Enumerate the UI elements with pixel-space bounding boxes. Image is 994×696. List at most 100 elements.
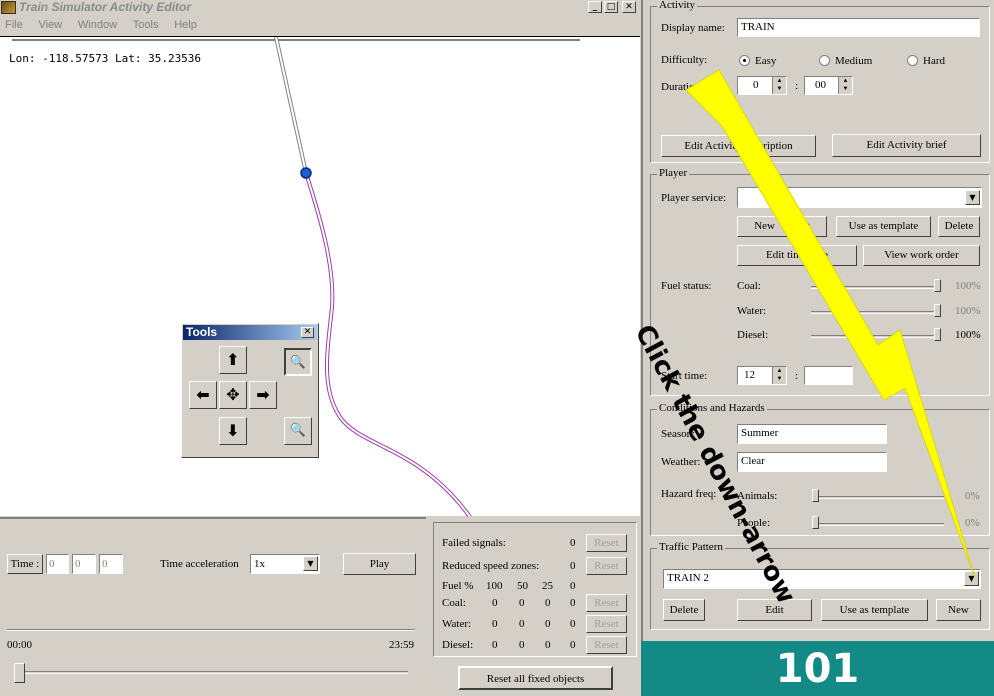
reduced-speed-value: 0 [570, 560, 576, 572]
pan-down-icon[interactable]: ⬇ [219, 417, 247, 445]
diesel-25: 0 [545, 639, 551, 651]
player-delete-button[interactable]: Delete [938, 216, 980, 237]
water-50: 0 [519, 618, 525, 630]
reset-coal-button[interactable]: Reset [586, 594, 627, 612]
duration-hours-input[interactable]: 0 ▲ ▼ [737, 76, 787, 95]
start-hours-input[interactable]: 12 ▲ ▼ [737, 366, 787, 385]
hazard-people-slider[interactable] [814, 523, 944, 526]
fuel-water-slider[interactable] [811, 311, 941, 314]
fuel-diesel-thumb[interactable] [934, 328, 941, 341]
hazard-people-thumb[interactable] [812, 516, 819, 529]
tools-close-button[interactable]: ✕ [301, 327, 314, 338]
diesel-100: 0 [492, 639, 498, 651]
difficulty-easy-radio[interactable] [739, 55, 750, 66]
player-group-title: Player [657, 167, 690, 179]
weather-value: Clear [741, 455, 765, 467]
display-name-label: Display name: [661, 22, 725, 34]
menu-file[interactable]: File [5, 19, 23, 31]
reset-reduced-speed-button[interactable]: Reset [586, 557, 627, 575]
player-new-edit-buttons[interactable]: New Edit [737, 216, 827, 237]
minimize-button[interactable]: _ [588, 1, 602, 13]
view-work-order-button[interactable]: View work order [863, 245, 980, 266]
timeline-track[interactable] [16, 671, 408, 674]
traffic-pattern-chevron-down-icon[interactable]: ▼ [964, 571, 979, 586]
duration-hours-spinner[interactable]: ▲ ▼ [772, 77, 786, 94]
start-minutes-input[interactable] [804, 366, 853, 385]
time-minutes[interactable]: 0 [72, 554, 96, 574]
menu-bar: File View Window Tools Help [0, 16, 640, 36]
chevron-down-icon[interactable]: ▼ [303, 556, 318, 571]
activity-group-title: Activity [657, 0, 698, 11]
player-edit-button[interactable]: Edit [791, 220, 809, 232]
player-service-select[interactable]: ▼ [737, 187, 982, 208]
traffic-new-button[interactable]: New [936, 599, 981, 621]
edit-timetable-button[interactable]: Edit timetable [737, 245, 857, 266]
duration-minutes-spinner[interactable]: ▲ ▼ [838, 77, 852, 94]
menu-window[interactable]: Window [78, 19, 117, 31]
traffic-use-as-template-button[interactable]: Use as template [821, 599, 928, 621]
fuel-water-thumb[interactable] [934, 304, 941, 317]
display-name-input[interactable]: TRAIN [737, 18, 980, 37]
traffic-delete-button[interactable]: Delete [663, 599, 705, 621]
maximize-button[interactable]: □ [604, 1, 618, 13]
start-hours-spinner[interactable]: ▲ ▼ [772, 367, 786, 384]
close-button[interactable]: ✕ [622, 1, 636, 13]
timeline-thumb[interactable] [14, 663, 25, 683]
season-value: Summer [741, 427, 779, 439]
season-select[interactable]: Summer [737, 424, 887, 444]
fuel-coal-slider[interactable] [811, 286, 941, 289]
time-label-button[interactable]: Time : [7, 554, 43, 574]
fuel-header-100: 100 [486, 580, 503, 592]
time-seconds[interactable]: 0 [99, 554, 123, 574]
track-purple-outer [304, 172, 472, 517]
coal-25: 0 [545, 597, 551, 609]
difficulty-medium-radio[interactable] [819, 55, 830, 66]
traffic-pattern-select[interactable]: TRAIN 2 ▼ [663, 569, 981, 589]
reset-water-button[interactable]: Reset [586, 615, 627, 633]
player-new-button[interactable]: New [754, 220, 775, 232]
player-use-as-template-button[interactable]: Use as template [836, 216, 931, 237]
zoom-out-icon[interactable]: 🔍 [284, 417, 312, 445]
difficulty-hard-label: Hard [923, 55, 945, 67]
reset-diesel-button[interactable]: Reset [586, 636, 627, 654]
reset-failed-signals-button[interactable]: Reset [586, 534, 627, 552]
hazard-animals-thumb[interactable] [812, 489, 819, 502]
time-hours[interactable]: 0 [46, 554, 69, 574]
reset-all-fixed-objects-button[interactable]: Reset all fixed objects [458, 666, 613, 690]
tools-title: Tools [186, 325, 218, 339]
fuel-header-25: 25 [542, 580, 553, 592]
play-button[interactable]: Play [343, 553, 416, 575]
pan-left-icon[interactable]: ⬅ [189, 381, 217, 409]
fuel-coal-label: Coal: [737, 280, 761, 292]
chevron-down-icon[interactable]: ▼ [965, 190, 980, 205]
edit-activity-description-button[interactable]: Edit Activity description [661, 135, 816, 157]
duration-minutes-input[interactable]: 00 ▲ ▼ [804, 76, 853, 95]
weather-select[interactable]: Clear [737, 452, 887, 472]
pan-right-icon[interactable]: ➡ [249, 381, 277, 409]
start-hours-value: 12 [744, 369, 755, 381]
player-group: Player Player service: ▼ New Edit Use as… [650, 167, 990, 396]
fuel-coal-thumb[interactable] [934, 279, 941, 292]
duration-colon: : [795, 80, 799, 92]
fuel-diesel-slider[interactable] [811, 335, 941, 338]
edit-activity-brief-button[interactable]: Edit Activity brief [832, 134, 981, 157]
timeline-start: 00:00 [7, 639, 33, 651]
difficulty-easy-label: Easy [755, 55, 777, 67]
menu-view[interactable]: View [38, 19, 62, 31]
menu-tools[interactable]: Tools [133, 19, 159, 31]
hazard-animals-percent: 0% [965, 490, 980, 502]
traffic-pattern-title: Traffic Pattern [657, 541, 725, 553]
time-acceleration-select[interactable]: 1x ▼ [250, 554, 320, 574]
menu-help[interactable]: Help [174, 19, 197, 31]
pan-up-icon[interactable]: ⬆ [219, 346, 247, 374]
zoom-in-icon[interactable]: 🔍 [284, 348, 312, 376]
time-acceleration-value: 1x [254, 558, 265, 570]
move-center-icon[interactable]: ✥ [219, 381, 247, 409]
difficulty-hard-radio[interactable] [907, 55, 918, 66]
tools-titlebar[interactable]: Tools ✕ [183, 325, 317, 340]
water-row-label: Water: [442, 618, 472, 630]
difficulty-label: Difficulty: [661, 54, 708, 66]
route-map[interactable]: Lon: -118.57573 Lat: 35.23536 [0, 36, 640, 517]
divider [7, 629, 415, 631]
hazard-animals-slider[interactable] [814, 496, 944, 499]
